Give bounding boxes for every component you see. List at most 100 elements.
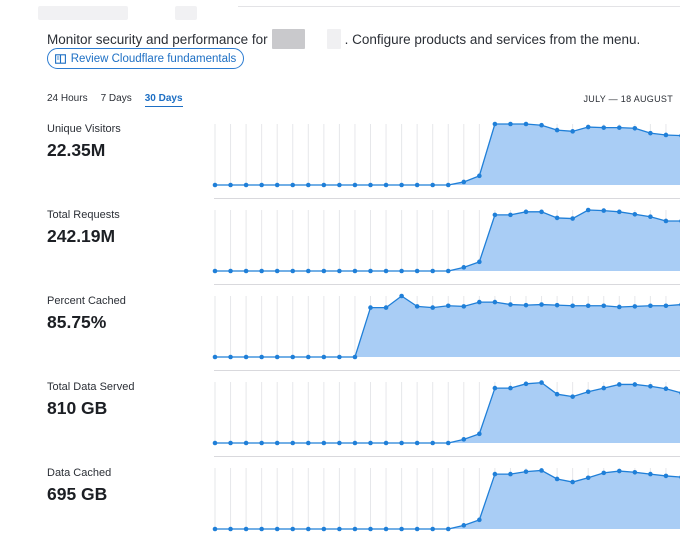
data-point	[414, 526, 420, 532]
data-point	[539, 122, 544, 128]
data-point	[663, 132, 669, 138]
tab-7-days[interactable]: 7 Days	[101, 93, 132, 107]
data-point	[212, 440, 218, 446]
data-point	[601, 303, 607, 309]
data-point	[321, 268, 327, 274]
data-point	[368, 268, 373, 274]
data-point	[617, 304, 622, 310]
data-point	[508, 471, 513, 477]
data-point	[648, 383, 653, 389]
data-point	[523, 302, 529, 308]
data-point	[399, 526, 404, 532]
data-point	[228, 182, 233, 188]
data-point	[399, 268, 404, 274]
data-point	[523, 121, 529, 127]
data-point	[274, 354, 280, 360]
data-point	[570, 303, 575, 309]
data-point	[228, 526, 233, 532]
data-point	[554, 127, 560, 133]
tab-24-hours[interactable]: 24 Hours	[47, 93, 88, 107]
data-point	[228, 440, 233, 446]
data-point	[477, 517, 482, 523]
data-point	[259, 440, 264, 446]
review-fundamentals-label: Review Cloudflare fundamentals	[70, 52, 237, 65]
data-point	[243, 182, 249, 188]
data-point	[259, 182, 264, 188]
data-point	[259, 526, 264, 532]
data-point	[430, 440, 435, 446]
metric-label: Unique Visitors	[47, 123, 121, 135]
metric-label: Total Requests	[47, 209, 120, 221]
data-point	[554, 476, 560, 482]
data-point	[306, 268, 311, 274]
data-point	[368, 440, 373, 446]
data-point	[383, 526, 389, 532]
data-point	[492, 212, 498, 218]
data-point	[212, 354, 218, 360]
data-point	[414, 268, 420, 274]
data-point	[414, 182, 420, 188]
redacted-header-block	[38, 6, 128, 20]
data-point	[617, 382, 622, 387]
data-point	[243, 268, 249, 274]
metric-value: 242.19M	[47, 226, 116, 246]
area-fill	[215, 124, 680, 185]
data-point	[585, 303, 591, 309]
data-point	[601, 208, 607, 213]
data-point	[632, 469, 638, 475]
data-point	[430, 182, 435, 188]
data-point	[477, 173, 482, 179]
data-point	[508, 121, 513, 127]
data-point	[477, 431, 482, 437]
data-point	[601, 470, 607, 476]
data-point	[321, 182, 327, 188]
data-point	[274, 526, 280, 532]
data-point	[585, 475, 591, 481]
metric-data-cached: Data Cached 695 GB	[0, 456, 680, 535]
tab-30-days[interactable]: 30 Days	[144, 93, 183, 107]
metric-label: Data Cached	[47, 467, 112, 479]
data-point	[585, 389, 591, 395]
data-point	[663, 303, 669, 309]
data-point	[617, 468, 622, 474]
data-point	[352, 354, 358, 360]
date-range: JULY — 18 AUGUST	[583, 94, 673, 104]
data-point	[539, 302, 544, 307]
data-point	[352, 526, 358, 532]
metric-value: 85.75%	[47, 312, 107, 332]
book-icon	[54, 53, 66, 64]
data-point	[570, 394, 575, 399]
data-point	[539, 380, 544, 385]
data-point	[461, 179, 467, 185]
data-point	[383, 182, 389, 188]
data-point	[352, 268, 358, 274]
data-point	[523, 469, 529, 474]
data-point	[445, 268, 451, 274]
data-point	[368, 182, 373, 188]
data-point	[492, 121, 498, 127]
review-fundamentals-button[interactable]: Review Cloudflare fundamentals	[47, 48, 244, 69]
data-point	[648, 214, 653, 220]
time-range-tabs: 24 Hours 7 Days 30 Days	[47, 93, 196, 107]
data-point	[228, 268, 233, 274]
data-point	[399, 182, 404, 188]
data-point	[461, 265, 467, 270]
data-point	[228, 354, 233, 360]
data-point	[585, 124, 591, 130]
data-point	[212, 182, 218, 188]
data-point	[383, 305, 389, 310]
area-fill	[215, 470, 680, 529]
data-point	[337, 268, 342, 274]
intro-suffix: . Configure products and services from t…	[344, 31, 641, 47]
data-point	[492, 471, 498, 477]
metric-total-requests: Total Requests 242.19M	[0, 198, 680, 284]
area-fill	[215, 382, 680, 443]
data-point	[508, 385, 513, 391]
data-point	[523, 209, 529, 215]
data-point	[508, 212, 513, 218]
data-point	[399, 440, 404, 446]
data-point	[445, 303, 451, 309]
data-point	[539, 468, 544, 473]
data-point	[243, 440, 249, 446]
sparkline-unique-visitors	[212, 121, 680, 188]
